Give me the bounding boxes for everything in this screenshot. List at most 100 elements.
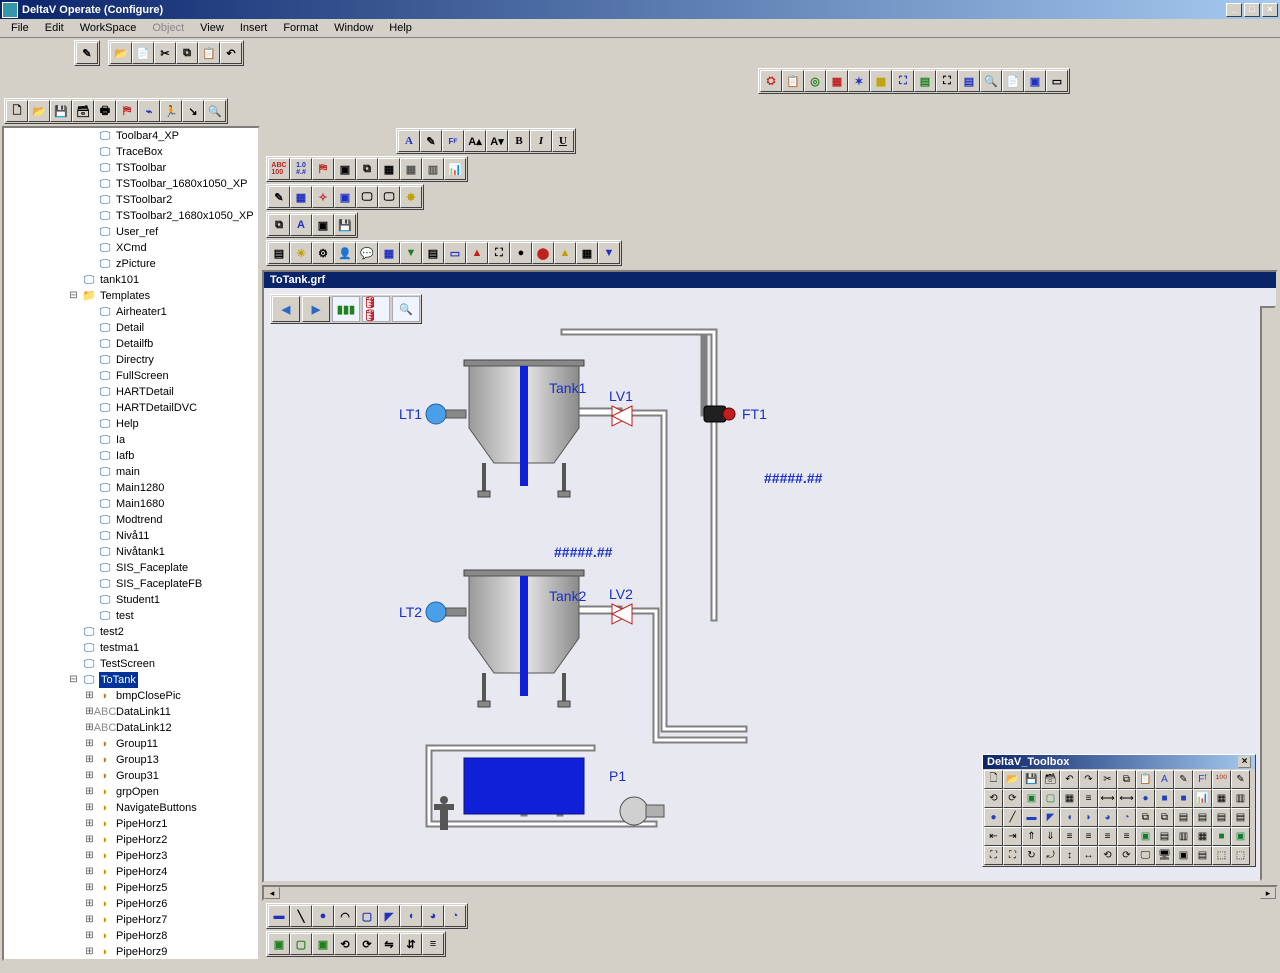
tool-icon[interactable]: ▲ [554,242,576,264]
palette-tool[interactable]: ▣ [1136,827,1155,846]
palette-tool[interactable]: ◤ [1041,808,1060,827]
palette-tool[interactable]: ▥ [1174,827,1193,846]
palette-close-button[interactable]: × [1238,756,1251,768]
palette-tool[interactable]: 🖥 [1155,846,1174,865]
tree-item[interactable]: 🖵Detail [20,320,258,336]
polygon-icon[interactable]: ◤ [378,905,400,927]
tree-item[interactable]: 🖵Airheater1 [20,304,258,320]
menu-view[interactable]: View [193,20,231,36]
tree-item[interactable]: 🖵HARTDetailDVC [20,400,258,416]
tree-item[interactable]: 🖵HARTDetail [20,384,258,400]
palette-tool[interactable]: ■ [1174,789,1193,808]
tree-item[interactable]: 🖵Main1680 [20,496,258,512]
tool-icon[interactable]: ✎ [268,186,290,208]
tree-item[interactable]: 🖵test [20,608,258,624]
tool-icon[interactable]: ▭ [444,242,466,264]
palette-tool[interactable]: ⟳ [1003,789,1022,808]
sector-icon[interactable]: ◔ [444,905,466,927]
save-icon[interactable]: 💾 [50,100,72,122]
workspace-hscroll[interactable]: ◂▸ [262,885,1278,901]
palette-tool[interactable]: ⇤ [984,827,1003,846]
palette-tool[interactable]: ◕ [1098,808,1117,827]
palette-tool[interactable]: ● [984,808,1003,827]
tool-icon[interactable]: ⧉ [356,158,378,180]
palette-title[interactable]: DeltaV_Toolbox × [983,755,1255,769]
palette-tool[interactable]: ⬚ [1231,846,1250,865]
tree-item[interactable]: ⊞◗PipeHorz3 [20,848,258,864]
tool-icon[interactable]: 1.0#.# [290,158,312,180]
palette-tool[interactable]: ▣ [1174,846,1193,865]
tree-item[interactable]: 🖵TSToolbar2_1680x1050_XP [20,208,258,224]
menu-help[interactable]: Help [382,20,419,36]
rotate-r-icon[interactable]: ⟳ [356,933,378,955]
palette-tool[interactable]: ✂ [1098,770,1117,789]
tool-icon[interactable]: ▤ [958,70,980,92]
tool-icon[interactable]: A [290,214,312,236]
tool-icon[interactable]: ◎ [804,70,826,92]
tool-icon[interactable]: ▦ [378,242,400,264]
tree-item[interactable]: ⊞◗PipeHorz5 [20,880,258,896]
tool-icon[interactable]: ▥ [422,158,444,180]
tool-icon[interactable]: 🖵 [356,186,378,208]
chart-icon[interactable]: 📊 [444,158,466,180]
ungroup-icon[interactable]: ▢ [290,933,312,955]
palette-tool[interactable]: ▤ [1193,846,1212,865]
menu-insert[interactable]: Insert [233,20,275,36]
tree-item[interactable]: 🖵User_ref [20,224,258,240]
tree-item[interactable]: 🖵tank101 [20,272,258,288]
palette-tool[interactable]: ▦ [1212,789,1231,808]
palette-tool[interactable]: ▬ [1022,808,1041,827]
tree-item[interactable]: 🖵SIS_Faceplate [20,560,258,576]
palette-tool[interactable]: ✎ [1174,770,1193,789]
palette-tool[interactable]: 📊 [1193,789,1212,808]
tree-item[interactable]: 🖵TSToolbar2 [20,192,258,208]
front-icon[interactable]: ▣ [312,933,334,955]
palette-tool[interactable]: ≡ [1079,827,1098,846]
tree-item[interactable]: 🖵SIS_FaceplateFB [20,576,258,592]
tool-icon[interactable]: 🔍 [980,70,1002,92]
palette-tool[interactable]: ≡ [1060,827,1079,846]
palette-tool[interactable]: ⤾ [1041,846,1060,865]
tool-icon[interactable]: ⛶ [936,70,958,92]
palette-tool[interactable]: ▤ [1212,808,1231,827]
menu-edit[interactable]: Edit [38,20,71,36]
palette-tool[interactable]: ≡ [1117,827,1136,846]
palette-tool[interactable]: 📋 [1136,770,1155,789]
font-color-icon[interactable]: A [398,130,420,152]
italic-button[interactable]: I [530,130,552,152]
palette-tool[interactable]: ✎ [1231,770,1250,789]
palette-tool[interactable]: ⟷ [1117,789,1136,808]
tree-item[interactable]: ⊞◗PipeHorz4 [20,864,258,880]
palette-tool[interactable]: ▣ [1022,789,1041,808]
palette-tool[interactable]: ◗ [1079,808,1098,827]
tree-item[interactable]: 🖵Student1 [20,592,258,608]
tree-item[interactable]: 🖵Nivå11 [20,528,258,544]
palette-tool[interactable]: ▢ [1041,789,1060,808]
tool-icon[interactable]: ▼ [400,242,422,264]
ellipse-shape-icon[interactable]: ● [312,905,334,927]
rect-shape-icon[interactable]: ▬ [268,905,290,927]
minimize-button[interactable]: _ [1226,3,1242,17]
font-bigger-icon[interactable]: A▴ [464,130,486,152]
tree-item[interactable]: ⊞◗Group11 [20,736,258,752]
palette-tool[interactable]: ↶ [1060,770,1079,789]
tool-icon[interactable]: ▤ [268,242,290,264]
palette-tool[interactable]: ⧉ [1136,808,1155,827]
palette-tool[interactable]: ◖ [1060,808,1079,827]
menu-window[interactable]: Window [327,20,380,36]
underline-button[interactable]: U [552,130,574,152]
palette-tool[interactable]: ↔ [1079,846,1098,865]
tool-icon[interactable]: 📋 [782,70,804,92]
palette-tool[interactable]: ▦ [1193,827,1212,846]
tool-icon[interactable]: ☀ [290,242,312,264]
menu-format[interactable]: Format [276,20,325,36]
roundrect-icon[interactable]: ▢ [356,905,378,927]
tree-item[interactable]: 🖵Main1280 [20,480,258,496]
tree-item[interactable]: 🖵TraceBox [20,144,258,160]
palette-tool[interactable]: ⬚ [1212,846,1231,865]
palette-tool[interactable]: ■ [1212,827,1231,846]
saveall-icon[interactable]: 🗃 [72,100,94,122]
palette-tool[interactable]: ↕ [1060,846,1079,865]
palette-tool[interactable]: ⛶ [1003,846,1022,865]
line-shape-icon[interactable]: ╲ [290,905,312,927]
